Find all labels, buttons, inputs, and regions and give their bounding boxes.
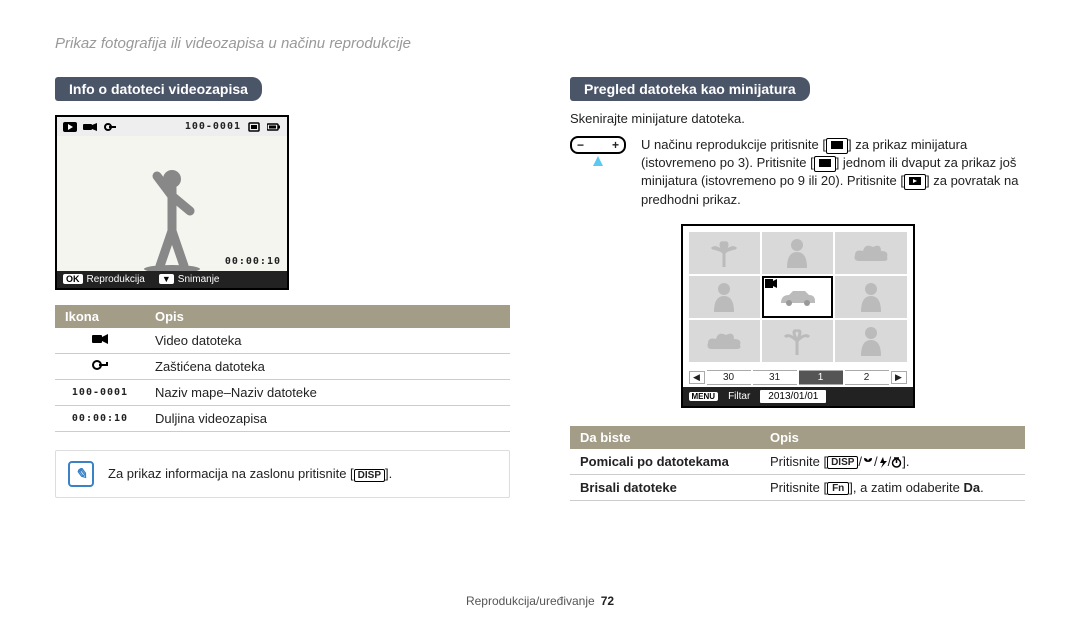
scroll-seg-active: 1 (799, 370, 843, 385)
desc-cell: Video datoteka (145, 328, 510, 354)
disp-key: DISP (827, 456, 858, 469)
lock-icon (103, 122, 117, 132)
desc-cell: Duljina videozapisa (145, 406, 510, 432)
filter-label: Filtar (728, 391, 750, 402)
thumb-key-icon (826, 138, 848, 154)
table-row: Brisali datoteke Pritisnite [Fn], a zati… (570, 474, 1025, 500)
person-icon (785, 238, 809, 268)
person-silhouette-icon (142, 161, 202, 271)
thumb-item (689, 320, 760, 362)
page-footer: Reprodukcija/uređivanje72 (0, 594, 1080, 608)
scroll-left-icon: ◀ (689, 371, 705, 384)
action-desc: Pritisnite [Fn], a zatim odaberite Da. (760, 474, 1025, 500)
scroll-right-icon: ▶ (891, 371, 907, 384)
zoom-in-key-icon (904, 174, 926, 190)
col-action: Da biste (570, 426, 760, 449)
table-row: Video datoteka (55, 328, 510, 354)
thumb-item (762, 320, 833, 362)
disp-key: DISP (354, 469, 385, 482)
thumb-item-selected (762, 276, 833, 318)
car-icon (777, 287, 817, 307)
info-icon: ✎ (68, 461, 94, 487)
arrow-up-icon (593, 156, 603, 166)
zoom-bar-icon: −+ (570, 136, 626, 154)
table-row: Pomicali po datotekama Pritisnite [DISP/… (570, 449, 1025, 475)
play-mode-icon (63, 122, 77, 132)
col-desc: Opis (145, 305, 510, 328)
palm-icon (708, 239, 740, 267)
scroll-seg: 30 (707, 370, 751, 385)
timer-icon (891, 457, 902, 468)
action-label: Pomicali po datotekama (570, 449, 760, 475)
macro-icon (862, 457, 874, 468)
video-icon (83, 122, 97, 132)
thumb-item (835, 232, 906, 274)
icon-description-table: Ikona Opis Video datoteka Zaštićena dato… (55, 305, 510, 432)
filter-bar: MENU Filtar 2013/01/01 (683, 387, 913, 406)
table-row: 00:00:10 Duljina videozapisa (55, 406, 510, 432)
flash-icon (878, 457, 888, 468)
filter-date: 2013/01/01 (760, 390, 826, 403)
intro-text: Skenirajte minijature datoteka. (570, 111, 1025, 126)
col-desc: Opis (760, 426, 1025, 449)
thumb-item (689, 232, 760, 274)
thumb-key-icon (814, 156, 836, 172)
page-title: Prikaz fotografija ili videozapisa u nač… (55, 35, 1025, 52)
person-icon (859, 282, 883, 312)
play-label: Reprodukcija (87, 274, 145, 285)
lcd-preview: 00:00:10 (57, 136, 287, 271)
memory-icon (247, 122, 261, 132)
video-info-lcd: 100-0001 00:00:10 (55, 115, 289, 290)
capture-label: Snimanje (178, 274, 220, 285)
section-heading-right: Pregled datoteka kao minijatura (570, 77, 810, 101)
lock-icon (92, 359, 108, 371)
thumb-item (835, 320, 906, 362)
col-icon: Ikona (55, 305, 145, 328)
file-number: 100-0001 (185, 121, 241, 132)
palm-icon (781, 327, 813, 355)
down-key: ▼ (159, 274, 174, 284)
table-row: Zaštićena datoteka (55, 354, 510, 380)
section-heading-left: Info o datoteci videozapisa (55, 77, 262, 101)
instruction-text: U načinu reprodukcije pritisnite [] za p… (641, 136, 1025, 209)
folder-file-label: 100-0001 (55, 380, 145, 406)
action-label: Brisali datoteke (570, 474, 760, 500)
video-icon (92, 333, 108, 345)
desc-cell: Zaštićena datoteka (145, 354, 510, 380)
video-badge-icon (765, 279, 777, 288)
thumb-item (835, 276, 906, 318)
menu-key: MENU (689, 392, 719, 401)
thumbnail-lcd: ◀ 30 31 1 2 ▶ MENU Filtar 2013/01/01 (681, 224, 915, 408)
duration-label: 00:00:10 (55, 406, 145, 432)
lcd-status-bar: 100-0001 (57, 117, 287, 136)
thumb-item (689, 276, 760, 318)
scroll-seg: 31 (753, 370, 797, 385)
scroll-seg: 2 (845, 370, 889, 385)
zoom-control-graphic: −+ (570, 136, 626, 166)
scroll-bar: ◀ 30 31 1 2 ▶ (683, 368, 913, 387)
action-desc: Pritisnite [DISP///]. (760, 449, 1025, 475)
battery-icon (267, 122, 281, 132)
note-text: Za prikaz informacija na zaslonu pritisn… (108, 466, 392, 481)
info-note: ✎ Za prikaz informacija na zaslonu priti… (55, 450, 510, 498)
ok-key: OK (63, 274, 83, 284)
person-icon (859, 326, 883, 356)
table-row: 100-0001 Naziv mape–Naziv datoteke (55, 380, 510, 406)
cloud-icon (853, 243, 889, 263)
person-icon (712, 282, 736, 312)
fn-key: Fn (827, 482, 849, 495)
desc-cell: Naziv mape–Naziv datoteke (145, 380, 510, 406)
action-table: Da biste Opis Pomicali po datotekama Pri… (570, 426, 1025, 501)
thumb-item (762, 232, 833, 274)
lcd-footer: OK Reprodukcija ▼ Snimanje (57, 271, 287, 288)
video-duration: 00:00:10 (225, 256, 281, 267)
cloud-icon (706, 331, 742, 351)
